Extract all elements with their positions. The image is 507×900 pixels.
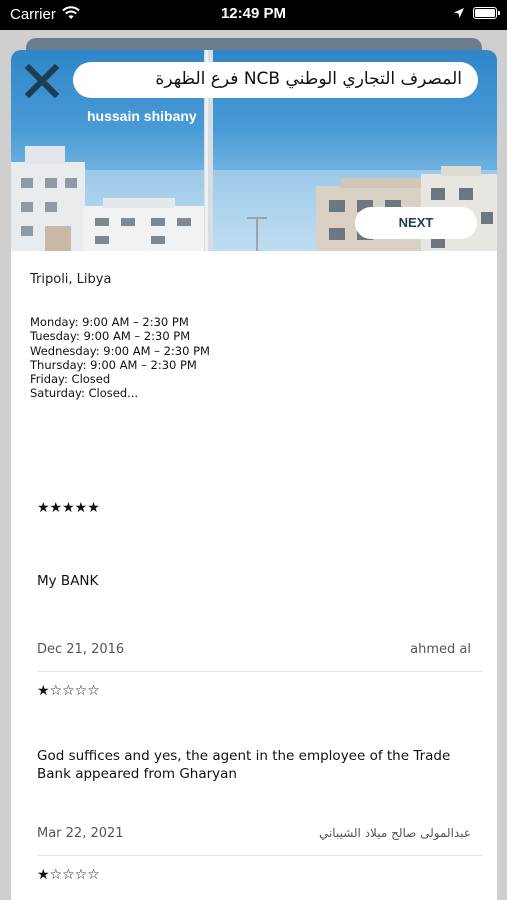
review-rating-stars: ★★★★★ — [37, 500, 100, 516]
hours-line: Saturday: Closed... — [30, 386, 139, 401]
place-location: Tripoli, Libya — [30, 272, 112, 287]
photo-author[interactable]: hussain shibany — [87, 108, 197, 124]
place-photo: المصرف التجاري الوطني NCB فرع الظهرة hus… — [11, 50, 497, 251]
opening-hours: Monday: 9:00 AM – 2:30 PM Tuesday: 9:00 … — [30, 315, 210, 401]
review-rating-stars: ★☆☆☆☆ — [37, 867, 100, 883]
clock: 12:49 PM — [220, 5, 287, 22]
battery-icon — [473, 7, 500, 19]
location-arrow-icon — [454, 8, 464, 18]
hours-line: Friday: Closed — [30, 372, 111, 387]
hours-line: Wednesday: 9:00 AM – 2:30 PM — [30, 343, 210, 358]
review-author: عبدالمولى صالح ميلاد الشيباني — [318, 826, 471, 840]
review-rating-stars: ★☆☆☆☆ — [37, 683, 100, 699]
next-button[interactable]: NEXT — [355, 207, 477, 239]
place-card: المصرف التجاري الوطني NCB فرع الظهرة hus… — [11, 50, 497, 900]
review-date: Mar 22, 2021 — [37, 826, 124, 841]
hours-line: Monday: 9:00 AM – 2:30 PM — [30, 315, 189, 329]
review-author: ahmed al — [410, 642, 471, 657]
hours-line: Tuesday: 9:00 AM – 2:30 PM — [30, 329, 191, 344]
review-text: God suffices and yes, the agent in the e… — [37, 748, 451, 782]
review-divider — [37, 671, 483, 672]
review-divider — [37, 855, 483, 856]
close-icon — [25, 64, 59, 98]
hours-line: Thursday: 9:00 AM – 2:30 PM — [30, 357, 197, 372]
close-button[interactable] — [25, 64, 59, 98]
place-title: المصرف التجاري الوطني NCB فرع الظهرة — [73, 62, 478, 98]
screen: Carrier 12:49 PM المصرف التجاري الوطني N… — [0, 0, 507, 900]
review-text: My BANK — [37, 573, 99, 589]
status-bar: Carrier 12:49 PM — [0, 0, 507, 30]
review-date: Dec 21, 2016 — [37, 642, 125, 657]
